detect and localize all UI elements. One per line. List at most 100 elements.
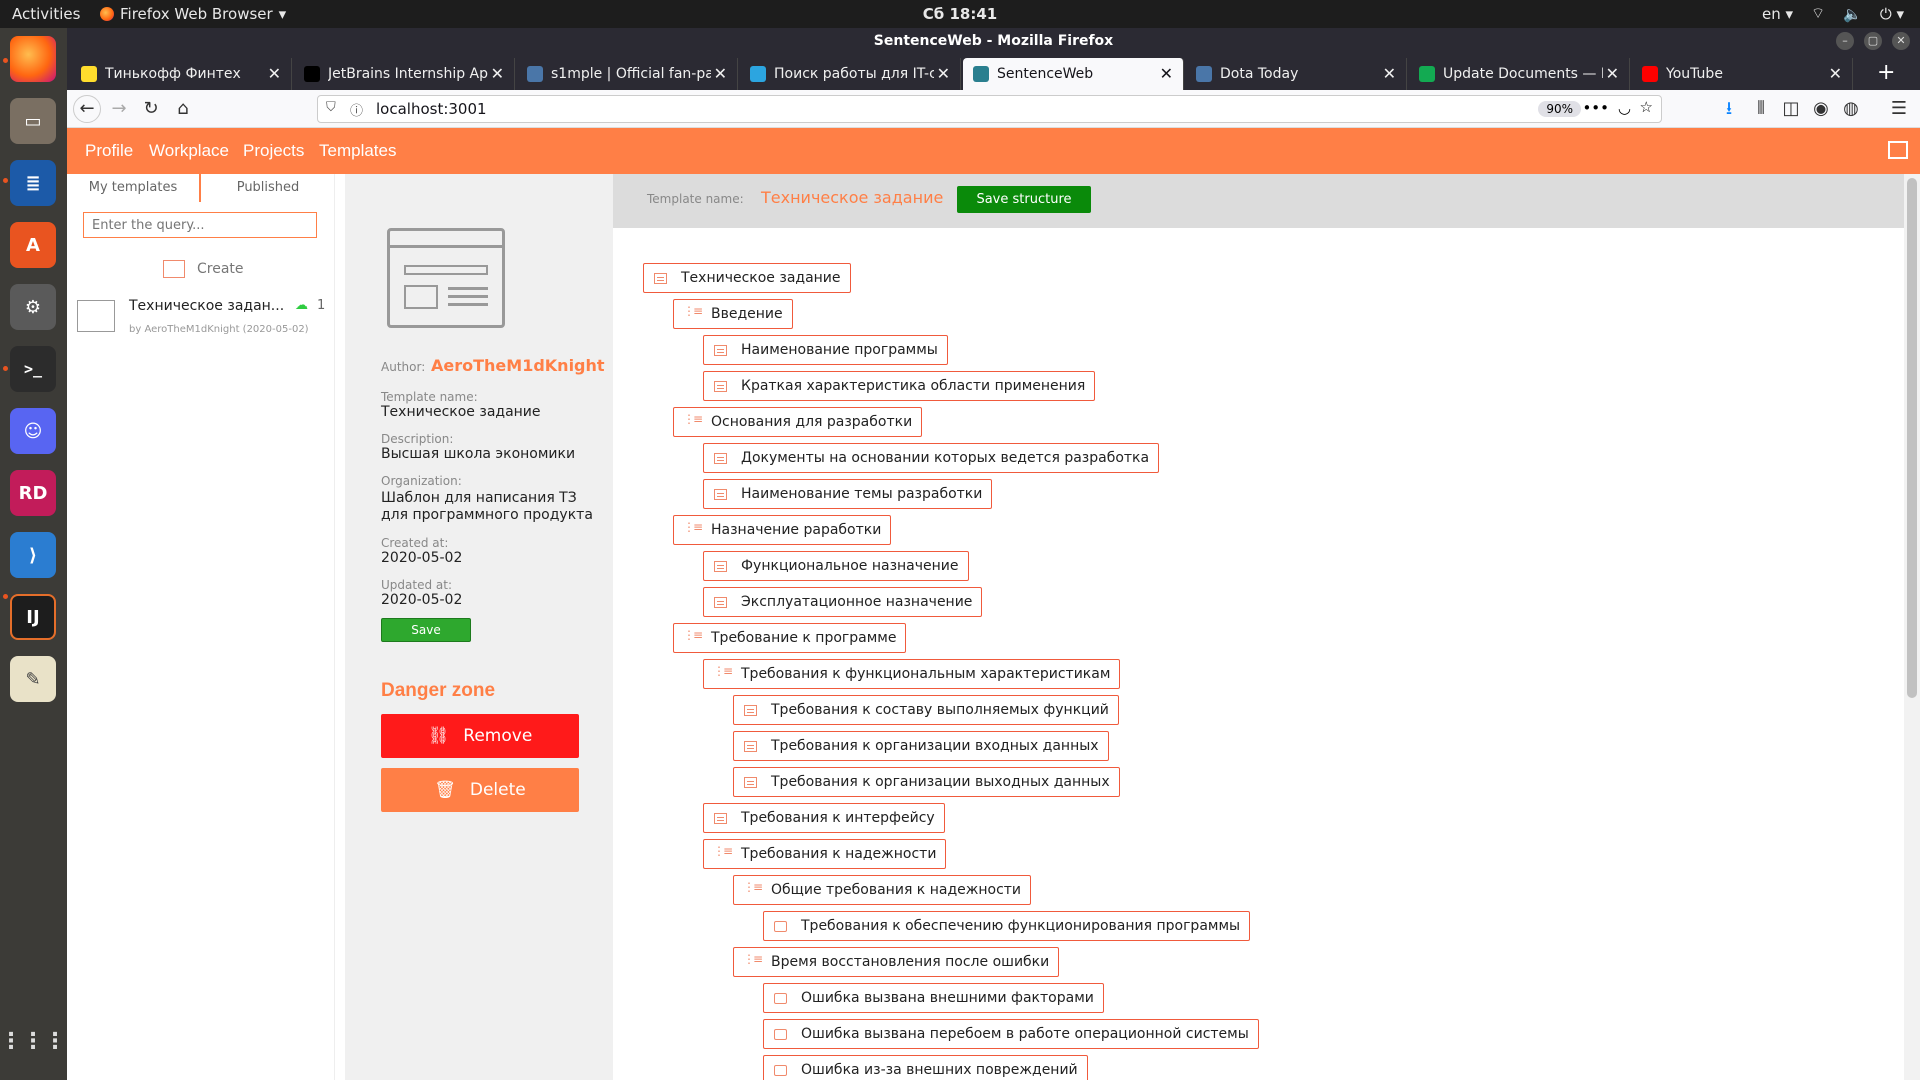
structure-node[interactable]: Требования к функциональным характеристи…: [703, 659, 1121, 689]
pocket-icon[interactable]: ◡: [1618, 99, 1631, 117]
structure-node[interactable]: Наименование программы: [703, 335, 948, 365]
browser-tab[interactable]: Тинькофф Финтех ✕: [71, 58, 292, 90]
rider-icon[interactable]: RD: [10, 470, 56, 516]
info-icon[interactable]: ⓘ: [350, 100, 363, 119]
structure-node[interactable]: Требования к организации выходных данных: [733, 767, 1120, 797]
nav-projects[interactable]: Projects: [243, 141, 304, 161]
system-tray[interactable]: en ▾ ⌔ 🔈 ⏻ ▾: [1762, 4, 1904, 23]
new-tab-icon[interactable]: +: [1877, 60, 1895, 85]
structure-node[interactable]: Ошибка из-за внешних повреждений: [763, 1055, 1088, 1080]
structure-node[interactable]: Техническое задание: [643, 263, 851, 293]
nav-profile[interactable]: Profile: [85, 141, 133, 161]
settings-icon[interactable]: ⚙: [10, 284, 56, 330]
zoom-indicator[interactable]: 90%: [1538, 101, 1581, 117]
remove-button[interactable]: ⛓ Remove: [381, 714, 579, 758]
language-indicator[interactable]: en ▾: [1762, 5, 1793, 23]
browser-tab[interactable]: JetBrains Internship App ✕: [294, 58, 515, 90]
clock[interactable]: Сб 18:41: [923, 5, 997, 23]
app-menu[interactable]: Firefox Web Browser ▾: [100, 5, 286, 23]
intellij-icon[interactable]: IJ: [10, 594, 56, 640]
expand-icon[interactable]: [1888, 141, 1908, 159]
template-list-item[interactable]: Техническое задан... ☁ 1 by AeroTheM1dKn…: [77, 296, 325, 346]
nav-workplace[interactable]: Workplace: [149, 141, 229, 161]
checkbox-icon[interactable]: [774, 1028, 787, 1040]
structure-node[interactable]: Требование к программе: [673, 623, 907, 653]
close-tab-icon[interactable]: ✕: [937, 64, 950, 83]
structure-node[interactable]: Введение: [673, 299, 793, 329]
globe-icon[interactable]: ◍: [1839, 97, 1863, 121]
minimize-icon[interactable]: –: [1836, 32, 1854, 50]
delete-button[interactable]: 🗑 Delete: [381, 768, 579, 812]
browser-tab[interactable]: s1mple | Official fan-pag ✕: [517, 58, 738, 90]
create-button[interactable]: Create: [163, 260, 244, 278]
account-icon[interactable]: ◉: [1809, 97, 1833, 121]
activities-button[interactable]: Activities: [12, 5, 80, 23]
close-tab-icon[interactable]: ✕: [1383, 64, 1396, 83]
power-icon[interactable]: ⏻ ▾: [1880, 5, 1904, 23]
terminal-icon[interactable]: >_: [10, 346, 56, 392]
discord-icon[interactable]: ☺: [10, 408, 56, 454]
text-editor-icon[interactable]: ✎: [10, 656, 56, 702]
files-icon[interactable]: ▭: [10, 98, 56, 144]
browser-tab[interactable]: Dota Today ✕: [1186, 58, 1407, 90]
structure-node[interactable]: Требования к обеспечению функционировани…: [763, 911, 1251, 941]
structure-node[interactable]: Эксплуатационное назначение: [703, 587, 983, 617]
library-icon[interactable]: ⫴: [1749, 97, 1773, 121]
structure-node[interactable]: Ошибка вызвана внешними факторами: [763, 983, 1104, 1013]
scrollbar[interactable]: [1904, 174, 1920, 1080]
browser-tab[interactable]: SentenceWeb ✕: [963, 58, 1184, 90]
close-tab-icon[interactable]: ✕: [1606, 64, 1619, 83]
close-tab-icon[interactable]: ✕: [1829, 64, 1842, 83]
structure-node[interactable]: Назначение раработки: [673, 515, 892, 545]
structure-node[interactable]: Краткая характеристика области применени…: [703, 371, 1096, 401]
close-tab-icon[interactable]: ✕: [1160, 64, 1173, 83]
browser-tab[interactable]: Поиск работы для IT-сп ✕: [740, 58, 961, 90]
wifi-icon[interactable]: ⌔: [1811, 4, 1825, 23]
structure-node[interactable]: Ошибка вызвана перебоем в работе операци…: [763, 1019, 1259, 1049]
shield-icon[interactable]: ⛉: [326, 100, 336, 115]
maximize-icon[interactable]: ▢: [1864, 32, 1882, 50]
structure-node[interactable]: Требования к организации входных данных: [733, 731, 1109, 761]
software-center-icon[interactable]: A: [10, 222, 56, 268]
save-structure-button[interactable]: Save structure: [957, 186, 1091, 213]
close-window-icon[interactable]: ✕: [1892, 32, 1910, 50]
home-icon[interactable]: ⌂: [171, 97, 195, 121]
back-icon[interactable]: ←: [73, 95, 101, 123]
structure-node[interactable]: Требования к надежности: [703, 839, 947, 869]
browser-tab[interactable]: Update Documents — M ✕: [1409, 58, 1630, 90]
nav-templates[interactable]: Templates: [319, 141, 396, 161]
vscode-icon[interactable]: ⟩: [10, 532, 56, 578]
structure-node[interactable]: Функциональное назначение: [703, 551, 969, 581]
checkbox-icon[interactable]: [774, 992, 787, 1004]
structure-node[interactable]: Время восстановления после ошибки: [733, 947, 1060, 977]
forward-icon[interactable]: →: [107, 97, 131, 121]
scrollbar-thumb[interactable]: [1907, 178, 1917, 698]
structure-node[interactable]: Требования к интерфейсу: [703, 803, 945, 833]
browser-tab[interactable]: YouTube ✕: [1632, 58, 1853, 90]
reload-icon[interactable]: ↻: [139, 97, 163, 121]
address-bar[interactable]: ⛉ ⓘ localhost:3001 90% ••• ◡ ☆: [317, 95, 1662, 123]
firefox-icon[interactable]: [10, 36, 56, 82]
menu-icon[interactable]: ☰: [1887, 97, 1911, 121]
close-tab-icon[interactable]: ✕: [491, 64, 504, 83]
tab-published[interactable]: Published: [201, 174, 335, 202]
structure-node[interactable]: Основания для разработки: [673, 407, 923, 437]
bookmark-star-icon[interactable]: ☆: [1640, 98, 1653, 116]
save-button[interactable]: Save: [381, 618, 471, 642]
search-input[interactable]: [83, 212, 317, 238]
tab-my-templates[interactable]: My templates: [67, 174, 201, 202]
close-tab-icon[interactable]: ✕: [268, 64, 281, 83]
page-actions-icon[interactable]: •••: [1582, 99, 1609, 117]
structure-node[interactable]: Наименование темы разработки: [703, 479, 993, 509]
sidebar-icon[interactable]: ◫: [1779, 97, 1803, 121]
author-name[interactable]: AeroTheM1dKnight: [431, 356, 605, 375]
show-apps-icon[interactable]: ⋮⋮⋮: [0, 1018, 66, 1064]
volume-icon[interactable]: 🔈: [1843, 5, 1862, 23]
structure-node[interactable]: Общие требования к надежности: [733, 875, 1032, 905]
download-icon[interactable]: ⭳: [1717, 97, 1741, 121]
close-tab-icon[interactable]: ✕: [714, 64, 727, 83]
structure-node[interactable]: Документы на основании которых ведется р…: [703, 443, 1160, 473]
writer-icon[interactable]: ≣: [10, 160, 56, 206]
structure-node[interactable]: Требования к составу выполняемых функций: [733, 695, 1119, 725]
structure-name-value[interactable]: Техническое задание: [761, 188, 943, 207]
